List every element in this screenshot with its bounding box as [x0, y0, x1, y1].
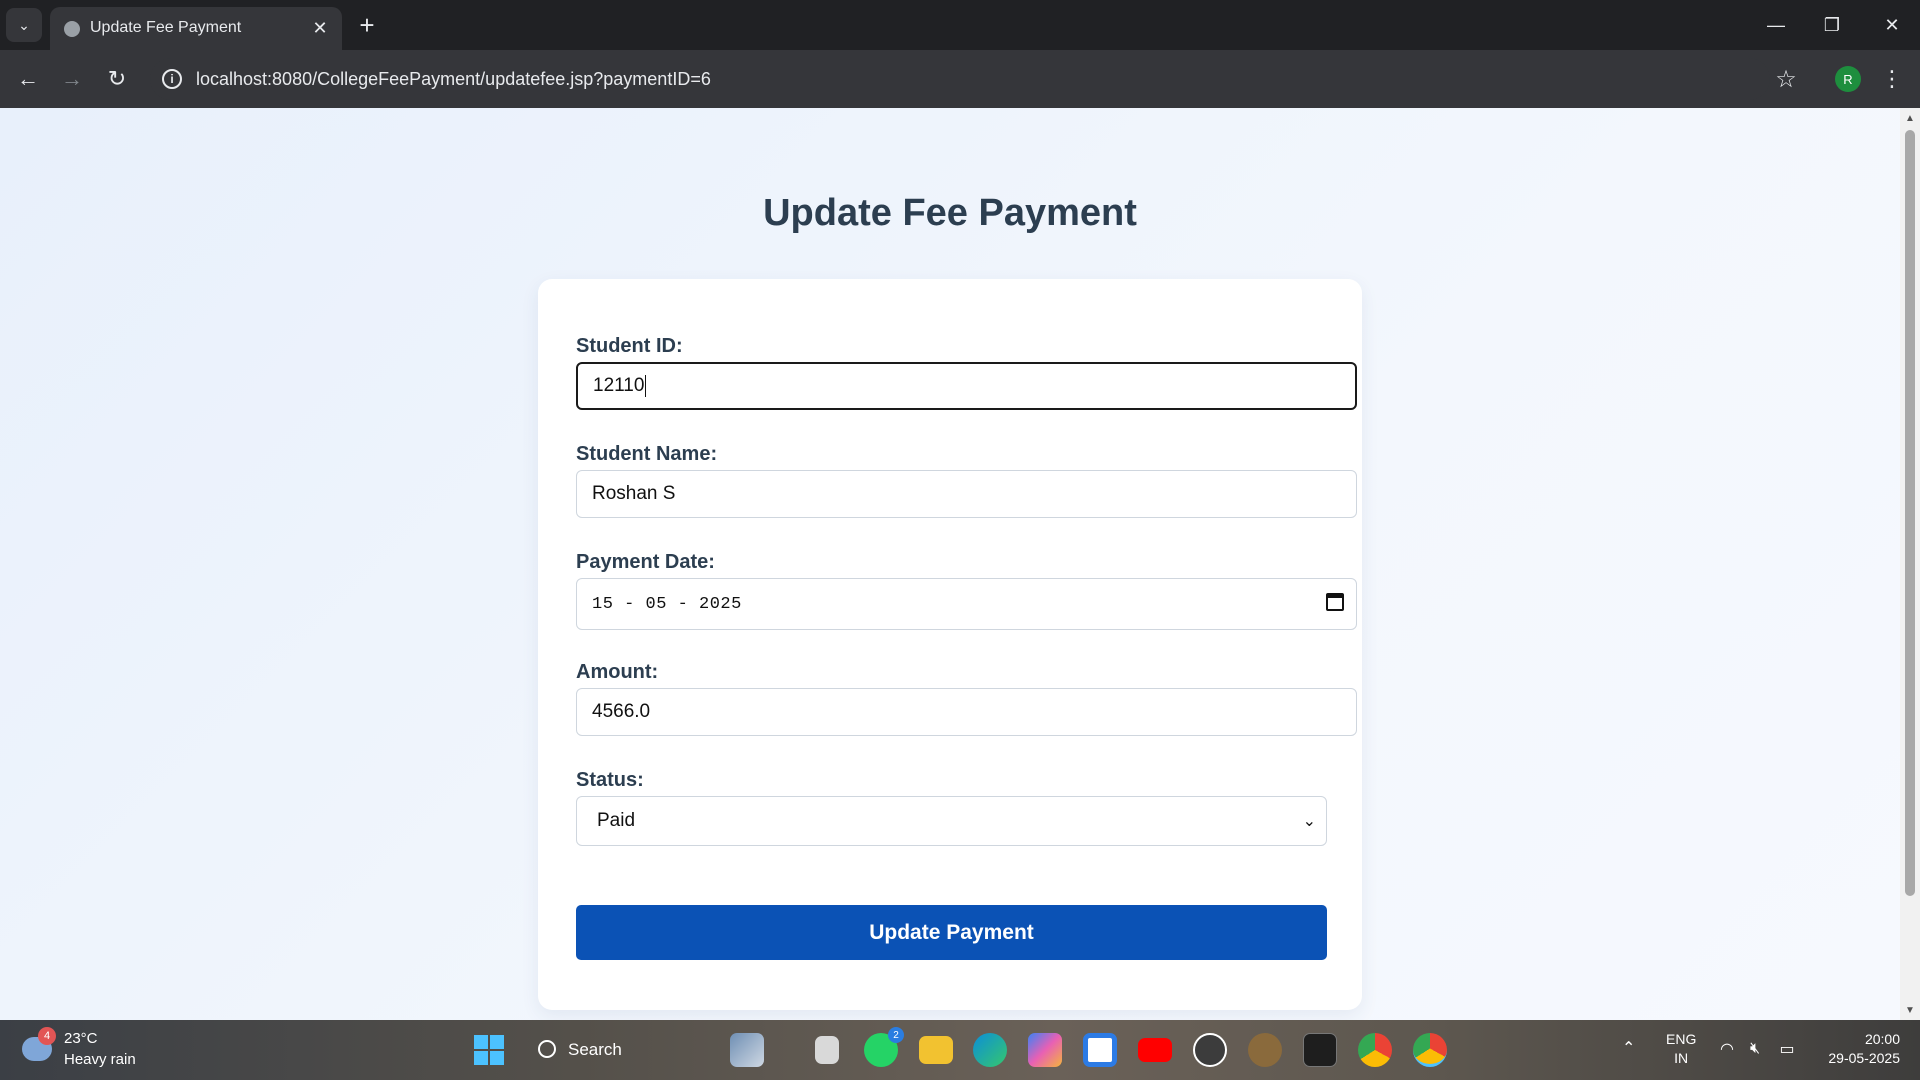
weather-temp[interactable]: 23°C [64, 1030, 98, 1047]
tray-overflow-icon[interactable]: ⌃ [1622, 1038, 1635, 1058]
search-label: Search [568, 1040, 622, 1059]
window-close-icon[interactable]: ✕ [1864, 0, 1920, 50]
youtube-icon[interactable] [1138, 1038, 1172, 1062]
status-label: Status: [576, 769, 644, 791]
student-name-value: Roshan S [592, 483, 676, 504]
plus-icon[interactable]: + [352, 10, 382, 40]
lang-bottom: IN [1674, 1050, 1689, 1066]
kebab-icon[interactable]: ⋮ [1880, 63, 1904, 95]
scroll-thumb[interactable] [1905, 130, 1915, 896]
eclipse-icon[interactable] [1248, 1033, 1282, 1067]
amount-field[interactable]: 4566.0 [576, 688, 1357, 736]
update-payment-button[interactable]: Update Payment [576, 905, 1327, 960]
clock-time: 20:00 [1864, 1031, 1900, 1047]
student-name-field[interactable]: Roshan S [576, 470, 1357, 518]
chevron-down-icon: ⌄ [18, 16, 30, 33]
store-icon[interactable] [1083, 1033, 1117, 1067]
fee-form-card: Student ID: 12110 Student Name: Roshan S… [538, 279, 1362, 1010]
windows-taskbar: 4 23°C Heavy rain Search 2 ⌃ ENG IN ◠ 🔇︎… [0, 1020, 1920, 1080]
status-selected-value: Paid [597, 810, 636, 831]
back-arrow-icon[interactable]: ← [12, 63, 44, 95]
amount-value: 4566.0 [592, 701, 651, 722]
address-bar[interactable]: i localhost:8080/CollegeFeePayment/updat… [150, 58, 1770, 100]
search-icon [538, 1040, 556, 1058]
notepad-icon[interactable] [815, 1036, 839, 1064]
calendar-icon[interactable] [1326, 593, 1344, 611]
page-scrollbar[interactable]: ▲ ▼ [1900, 108, 1920, 1020]
scroll-up-arrow-icon[interactable]: ▲ [1904, 112, 1916, 124]
info-icon[interactable]: i [162, 69, 182, 89]
browser-toolbar: ← → ↻ i localhost:8080/CollegeFeePayment… [0, 50, 1920, 108]
forward-arrow-icon[interactable]: → [56, 63, 88, 95]
student-id-value: 12110 [593, 375, 645, 396]
tab-bar: ⌄ Update Fee Payment ✕ + — ❐ ✕ [0, 0, 1920, 50]
status-select[interactable]: Paid ⌄ [576, 796, 1327, 846]
reload-icon[interactable]: ↻ [101, 63, 133, 95]
restore-icon[interactable]: ❐ [1804, 0, 1860, 50]
weather-desc[interactable]: Heavy rain [64, 1051, 136, 1068]
scroll-down-arrow-icon[interactable]: ▼ [1904, 1004, 1916, 1016]
tab-title: Update Fee Payment [90, 19, 242, 36]
battery-icon[interactable]: ▭ [1776, 1038, 1798, 1060]
url-text[interactable]: localhost:8080/CollegeFeePayment/updatef… [196, 69, 711, 90]
student-id-field[interactable]: 12110 [576, 362, 1357, 410]
taskbar-search[interactable]: Search [528, 1030, 676, 1070]
volume-muted-icon[interactable]: 🔇︎ [1744, 1038, 1766, 1060]
widgets-icon[interactable] [730, 1033, 764, 1067]
star-icon[interactable]: ☆ [1770, 63, 1802, 95]
amount-label: Amount: [576, 661, 659, 683]
avatar[interactable]: R [1835, 66, 1861, 92]
payment-date-value: 15 - 05 - 2025 [592, 594, 742, 614]
browser-tab[interactable]: Update Fee Payment ✕ [50, 7, 342, 50]
page-viewport: Update Fee Payment Student ID: 12110 Stu… [0, 108, 1900, 1020]
minimize-icon[interactable]: — [1748, 0, 1804, 50]
terminal-icon[interactable] [1303, 1033, 1337, 1067]
chrome-active-icon[interactable] [1413, 1033, 1447, 1067]
whatsapp-icon[interactable]: 2 [864, 1027, 904, 1067]
tab-search-button[interactable]: ⌄ [6, 8, 42, 42]
close-icon[interactable]: ✕ [308, 16, 332, 40]
copilot-icon[interactable] [1028, 1033, 1062, 1067]
edge-icon[interactable] [973, 1033, 1007, 1067]
file-explorer-icon[interactable] [919, 1036, 953, 1064]
chevron-down-icon: ⌄ [1302, 813, 1316, 830]
page-title: Update Fee Payment [763, 192, 1137, 234]
student-name-label: Student Name: [576, 443, 718, 465]
system-clock[interactable]: 20:00 29-05-2025 [1816, 1030, 1900, 1068]
payment-date-label: Payment Date: [576, 551, 715, 573]
language-indicator[interactable]: ENG IN [1666, 1030, 1696, 1068]
wifi-icon[interactable]: ◠ [1716, 1038, 1738, 1060]
chatgpt-icon[interactable] [1193, 1033, 1227, 1067]
clock-date: 29-05-2025 [1828, 1050, 1900, 1066]
lang-top: ENG [1666, 1031, 1697, 1047]
whatsapp-badge: 2 [888, 1027, 904, 1043]
windows-start-icon[interactable] [474, 1035, 504, 1065]
weather-badge: 4 [38, 1027, 56, 1045]
text-caret [645, 375, 647, 397]
payment-date-field[interactable]: 15 - 05 - 2025 [576, 578, 1357, 630]
chrome-icon[interactable] [1358, 1033, 1392, 1067]
globe-icon [64, 21, 80, 37]
student-id-label: Student ID: [576, 335, 683, 357]
